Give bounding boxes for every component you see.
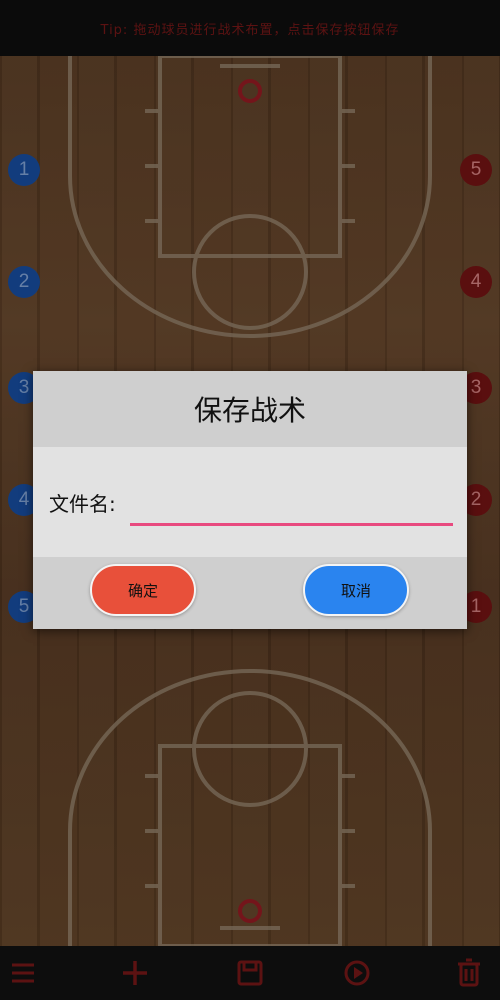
dialog-title: 保存战术 xyxy=(193,394,306,427)
dialog-footer: 确定 取消 xyxy=(33,557,467,629)
dialog-body: 文件名: xyxy=(33,447,467,557)
confirm-button[interactable]: 确定 xyxy=(90,564,196,616)
filename-input[interactable] xyxy=(129,492,453,526)
dialog-header: 保存战术 xyxy=(33,371,467,447)
cancel-button[interactable]: 取消 xyxy=(303,564,409,616)
filename-label: 文件名: xyxy=(49,491,116,516)
save-tactic-dialog: 保存战术 文件名: 确定 取消 xyxy=(33,371,467,629)
